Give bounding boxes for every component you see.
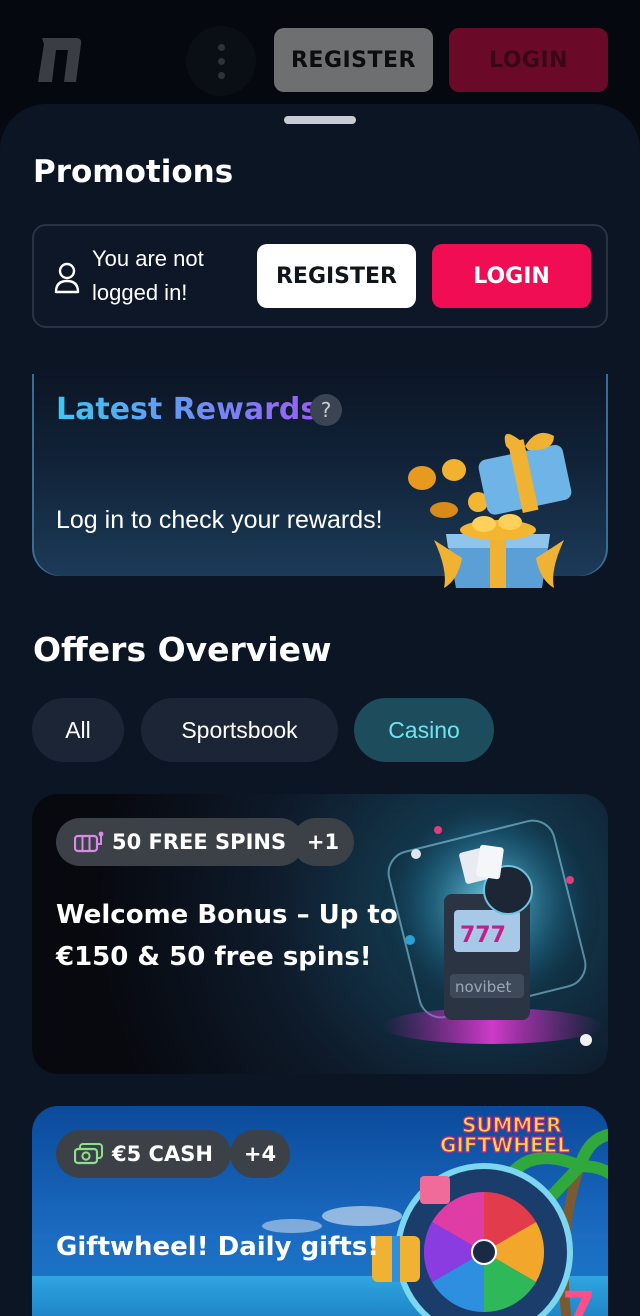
- slot-machine-icon: [74, 831, 104, 853]
- filter-chip-all[interactable]: All: [32, 698, 124, 762]
- filter-chip-sportsbook[interactable]: Sportsbook: [141, 698, 338, 762]
- rewards-login-message: Log in to check your rewards!: [56, 506, 383, 534]
- not-logged-in-message: You are not logged in!: [92, 246, 204, 305]
- offer-card-welcome-bonus[interactable]: 777 novibet 50 FREE SPINS +1 Welcome Bon…: [32, 794, 608, 1074]
- more-rewards-badge: +4: [230, 1130, 290, 1178]
- auth-card: You are not logged in! REGISTER LOGIN: [32, 224, 608, 328]
- gift-box-icon: [408, 432, 572, 588]
- cash-badge-label: €5 CASH: [112, 1142, 213, 1166]
- brand-logo[interactable]: [36, 38, 82, 82]
- kebab-menu-icon[interactable]: [186, 26, 256, 96]
- promotions-sheet: Promotions You are not logged in! REGIST…: [0, 104, 640, 1316]
- more-rewards-badge: +1: [292, 818, 354, 866]
- welcome-bonus-title: Welcome Bonus – Up to €150 & 50 free spi…: [56, 894, 398, 978]
- giftwheel-title: Giftwheel! Daily gifts!: [56, 1232, 380, 1262]
- latest-rewards-title: Latest Rewards: [56, 392, 319, 427]
- offer-card-giftwheel[interactable]: SUMMER GIFTWHEEL 7 €5 CASH +4 Giftwheel!: [32, 1106, 608, 1316]
- page-title: Promotions: [33, 154, 234, 190]
- user-icon: [54, 262, 80, 294]
- sheet-drag-handle[interactable]: [284, 116, 356, 124]
- register-button[interactable]: REGISTER: [257, 244, 416, 308]
- cash-badge: €5 CASH: [56, 1130, 231, 1178]
- svg-text:777: 777: [460, 923, 506, 948]
- topbar-register-button[interactable]: REGISTER: [274, 28, 433, 92]
- offers-overview-title: Offers Overview: [33, 630, 332, 669]
- svg-text:7: 7: [562, 1282, 595, 1316]
- login-button[interactable]: LOGIN: [432, 244, 591, 308]
- welcome-bonus-title-line2: €150 & 50 free spins!: [56, 942, 372, 972]
- free-spins-badge-label: 50 FREE SPINS: [112, 830, 287, 854]
- latest-rewards-card[interactable]: Latest Rewards ? Log in to check your re…: [32, 374, 608, 588]
- free-spins-badge: 50 FREE SPINS: [56, 818, 305, 866]
- slot-machine-art: 777 novibet: [380, 804, 602, 1046]
- top-app-bar: REGISTER LOGIN: [0, 0, 640, 120]
- topbar-login-button[interactable]: LOGIN: [449, 28, 608, 92]
- cash-icon: [74, 1143, 103, 1165]
- filter-chip-casino[interactable]: Casino: [354, 698, 494, 762]
- svg-text:GIFTWHEEL: GIFTWHEEL: [440, 1133, 570, 1157]
- svg-text:novibet: novibet: [455, 978, 511, 996]
- welcome-bonus-title-line1: Welcome Bonus – Up to: [56, 900, 398, 930]
- help-icon[interactable]: ?: [310, 394, 342, 426]
